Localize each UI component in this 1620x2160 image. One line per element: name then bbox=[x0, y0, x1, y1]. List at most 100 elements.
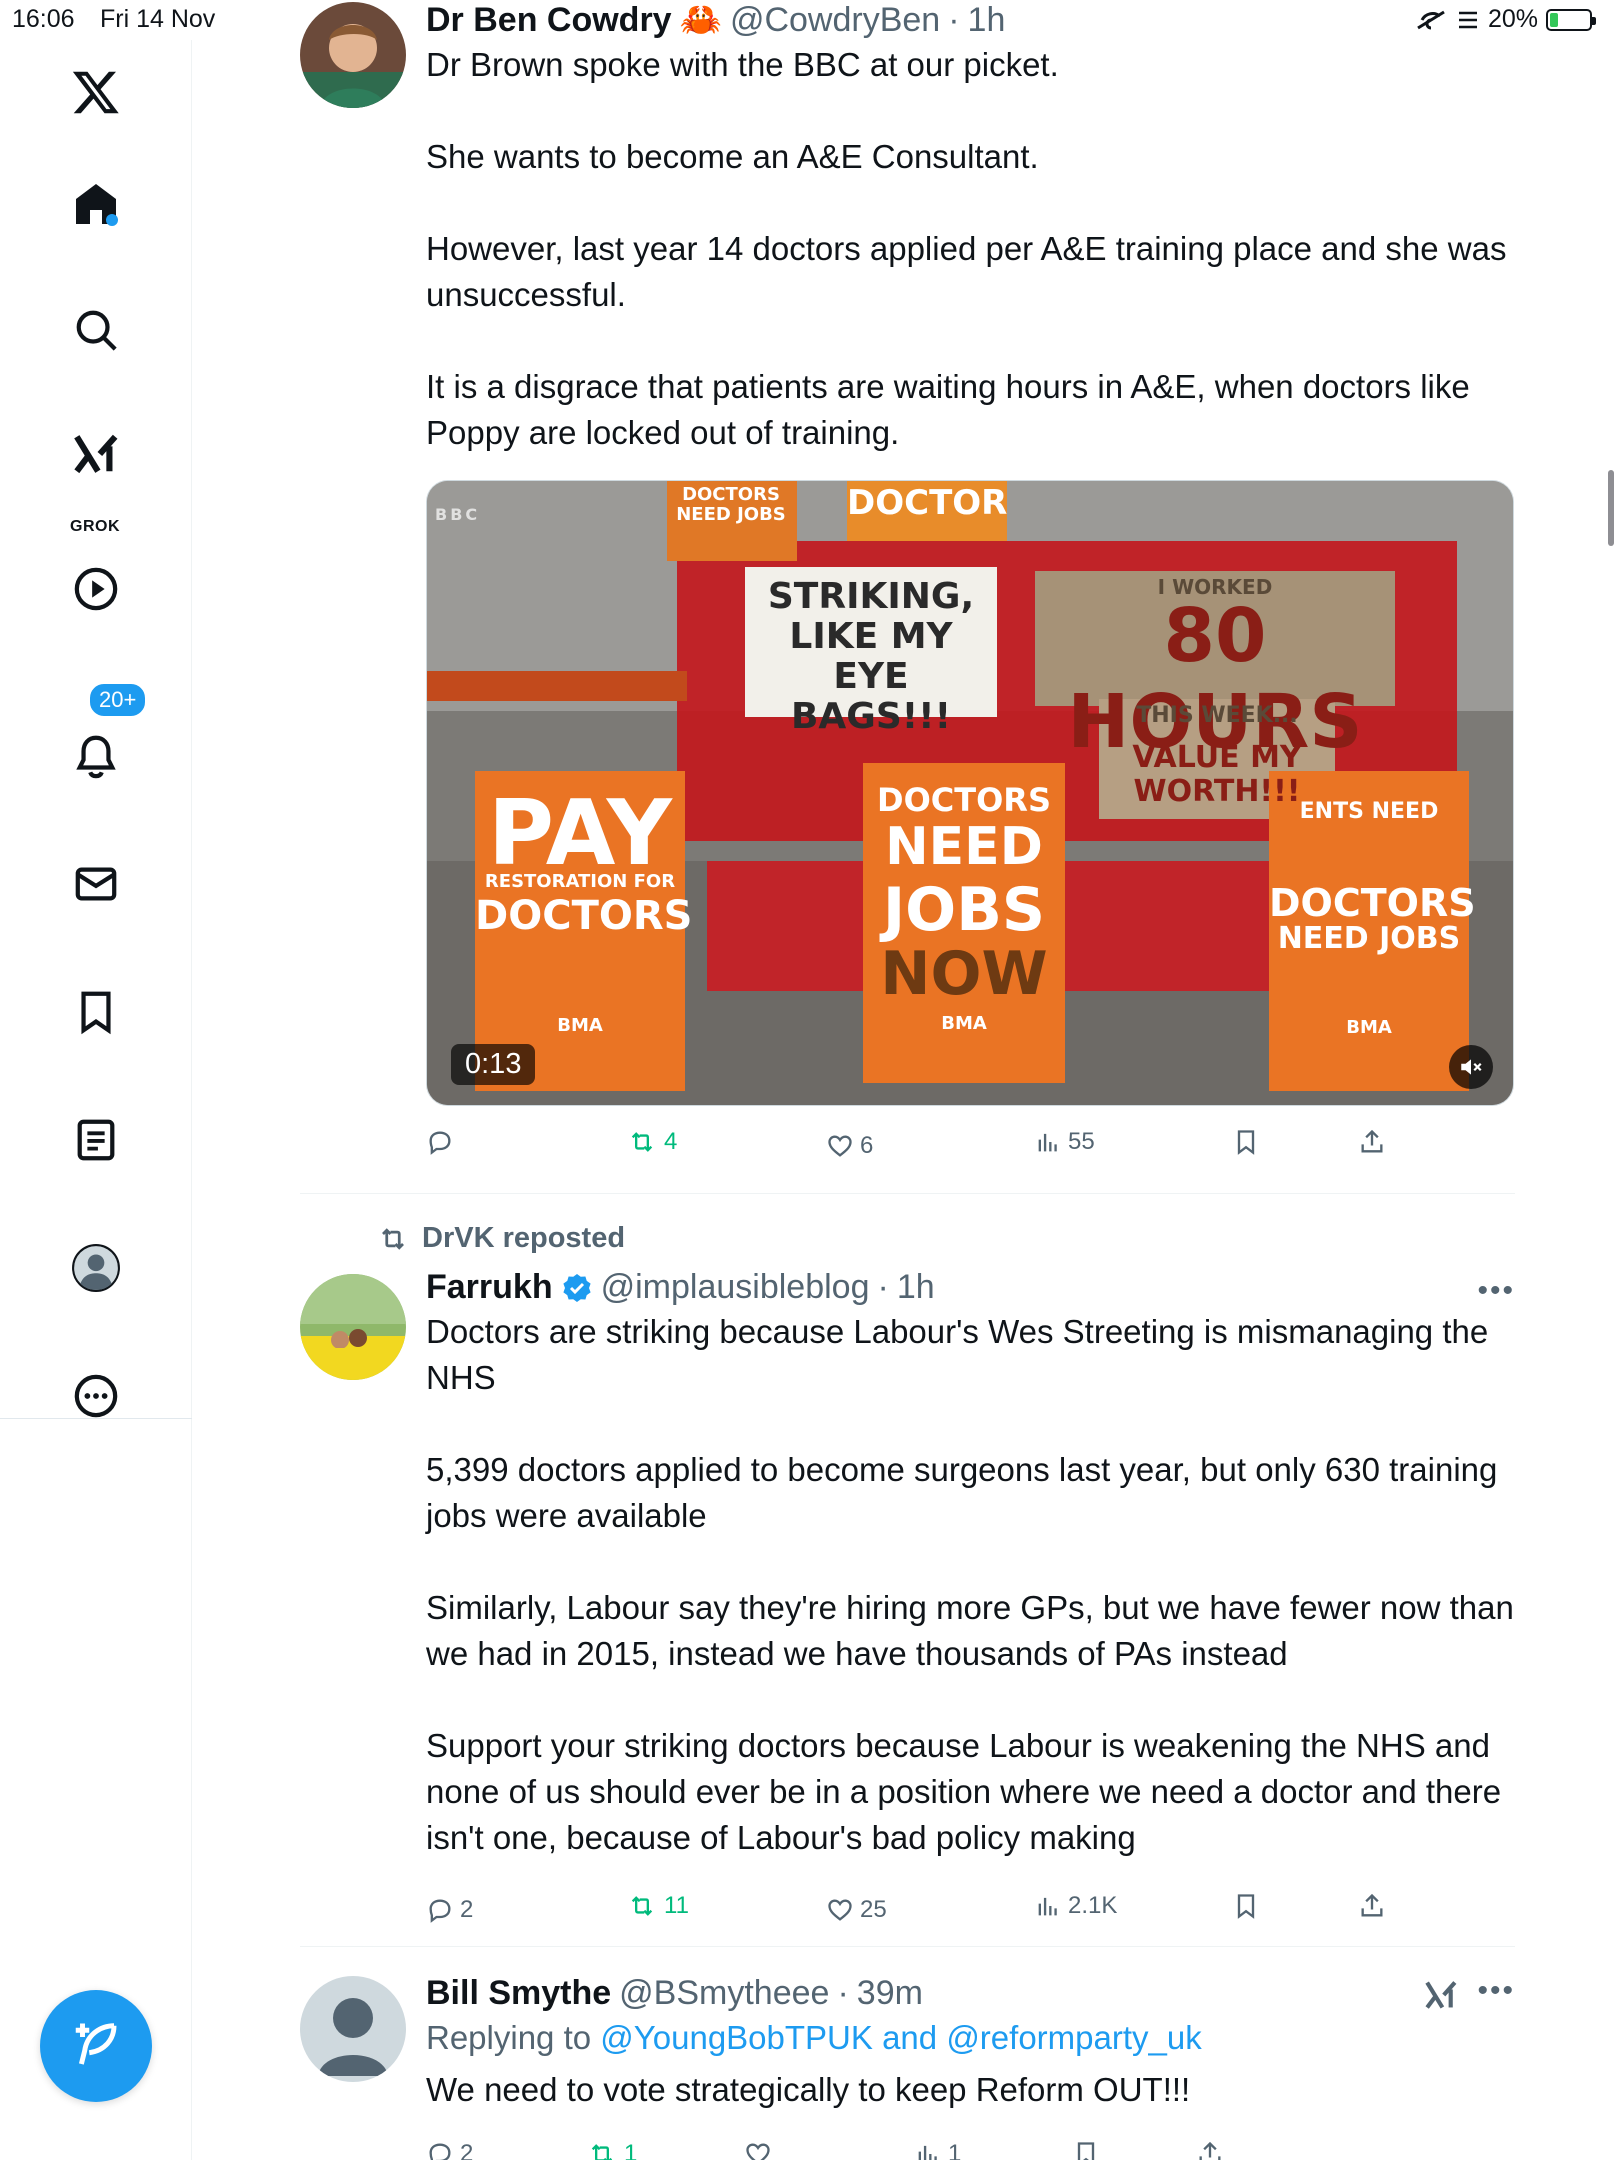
scrollbar[interactable] bbox=[1608, 470, 1614, 546]
battery-icon bbox=[1546, 8, 1596, 31]
sidebar-item-grok[interactable] bbox=[68, 426, 124, 482]
reply-count: 2 bbox=[460, 2140, 474, 2160]
muted-speaker-icon bbox=[1461, 1059, 1482, 1075]
sign-right-need-jobs: NEED JOBS bbox=[1277, 921, 1461, 956]
sign-bma-3: BMA bbox=[1346, 1017, 1392, 1038]
share-button[interactable] bbox=[1358, 1892, 1386, 1920]
video-watermark: BBC bbox=[435, 505, 481, 524]
views-button[interactable]: 55 bbox=[1034, 1128, 1095, 1156]
sidebar-item-profile[interactable] bbox=[68, 1240, 124, 1296]
retweet-icon bbox=[591, 2144, 613, 2160]
sidebar-item-notifications[interactable] bbox=[68, 728, 124, 784]
author-handle[interactable]: @CowdryBen bbox=[730, 1, 940, 40]
tweet-text: We need to vote strategically to keep Re… bbox=[426, 2071, 1191, 2108]
mute-button[interactable] bbox=[1449, 1045, 1493, 1089]
grok-explain-button[interactable] bbox=[1423, 1978, 1459, 2017]
more-options-icon[interactable]: ••• bbox=[1477, 1974, 1515, 2008]
share-button[interactable] bbox=[1358, 1128, 1386, 1156]
bookmark-button[interactable] bbox=[1072, 2140, 1100, 2160]
x-logo-icon[interactable] bbox=[68, 64, 124, 120]
bookmark-button[interactable] bbox=[1232, 1892, 1260, 1920]
reply-button[interactable]: 2 bbox=[426, 1896, 473, 1924]
author-handle[interactable]: @implausibleblog bbox=[601, 1268, 870, 1307]
sidebar-item-bookmarks[interactable] bbox=[68, 984, 124, 1040]
sign-jobs-now: NOW bbox=[880, 939, 1048, 1009]
retweet-button[interactable]: 4 bbox=[626, 1128, 677, 1156]
sign-top-left: DOCTORS NEED JOBS bbox=[676, 484, 786, 525]
views-icon bbox=[1038, 1897, 1057, 1916]
notifications-icon bbox=[76, 735, 116, 779]
retweet-icon bbox=[382, 1227, 404, 1250]
sign-striking: STRIKING, LIKE MY EYE BAGS!!! bbox=[767, 576, 975, 737]
like-button[interactable] bbox=[744, 2140, 778, 2160]
tweet-time[interactable]: 1h bbox=[897, 1268, 935, 1307]
author-handle[interactable]: @BSmytheee bbox=[619, 1974, 829, 2013]
views-icon bbox=[1038, 1133, 1057, 1152]
sidebar-item-messages[interactable] bbox=[68, 856, 124, 912]
reply-count: 2 bbox=[460, 1896, 474, 1923]
views-count: 1 bbox=[948, 2140, 962, 2160]
tweet-header: Bill Smythe @BSmytheee · 39m bbox=[426, 1974, 1516, 2013]
bookmarks-icon bbox=[81, 991, 111, 1035]
sign-right-top: ENTS NEED bbox=[1299, 799, 1439, 824]
grok-label: GROK bbox=[70, 518, 120, 535]
views-button[interactable]: 1 bbox=[914, 2140, 961, 2160]
sidebar: GROK 20+ bbox=[0, 40, 192, 2160]
replying-to: Replying to @YoungBobTPUK and @reformpar… bbox=[426, 2019, 1516, 2057]
reply-button[interactable] bbox=[426, 1128, 460, 1156]
retweet-icon bbox=[631, 1132, 653, 1152]
reply-button[interactable]: 2 bbox=[426, 2140, 473, 2160]
bookmark-button[interactable] bbox=[1232, 1128, 1260, 1156]
views-button[interactable]: 2.1K bbox=[1034, 1892, 1117, 1920]
video-icon bbox=[74, 567, 118, 611]
tweet-time[interactable]: 1h bbox=[968, 1, 1006, 40]
reply-mention-2[interactable]: @reformparty_uk bbox=[946, 2019, 1201, 2056]
separator-dot: · bbox=[948, 0, 960, 39]
views-count: 55 bbox=[1068, 1128, 1095, 1155]
home-unread-dot bbox=[106, 214, 118, 226]
sign-restoration: RESTORATION FOR bbox=[484, 871, 676, 892]
repost-indicator: DrVK reposted bbox=[376, 1222, 625, 1255]
retweet-count: 11 bbox=[664, 1892, 689, 1919]
tweet-video[interactable]: STRIKING, LIKE MY EYE BAGS!!! I WORKED 8… bbox=[426, 480, 1514, 1106]
retweet-button[interactable]: 11 bbox=[626, 1892, 689, 1920]
tweet-time[interactable]: 39m bbox=[857, 1974, 923, 2013]
tweet-header: Dr Ben Cowdry 🦀 @CowdryBen · 1h bbox=[426, 0, 1516, 40]
like-button[interactable]: 25 bbox=[826, 1896, 887, 1924]
sidebar-item-search[interactable] bbox=[68, 302, 124, 358]
views-icon bbox=[918, 2145, 937, 2160]
reply-mention-1[interactable]: @YoungBobTPUK bbox=[600, 2019, 873, 2056]
reply-icon bbox=[429, 2143, 451, 2160]
avatar[interactable] bbox=[300, 2, 406, 108]
replying-label: Replying to bbox=[426, 2019, 592, 2056]
repost-label[interactable]: DrVK reposted bbox=[422, 1222, 625, 1255]
tweet-actions: 2 1 1 bbox=[426, 2140, 1426, 2160]
views-count: 2.1K bbox=[1068, 1892, 1118, 1919]
share-button[interactable] bbox=[1196, 2140, 1224, 2160]
reply-and: and bbox=[882, 2019, 938, 2056]
sign-jobs-jobs: JOBS bbox=[882, 875, 1046, 945]
sidebar-divider bbox=[0, 1418, 192, 1419]
sidebar-item-lists[interactable] bbox=[68, 1112, 124, 1168]
profile-icon bbox=[72, 1244, 120, 1292]
status-date: Fri 14 Nov bbox=[100, 5, 216, 33]
more-circle-icon bbox=[74, 1374, 118, 1418]
retweet-button[interactable]: 1 bbox=[586, 2140, 637, 2160]
heart-icon bbox=[746, 2143, 770, 2160]
compose-button[interactable] bbox=[40, 1990, 152, 2102]
retweet-count: 4 bbox=[664, 1128, 678, 1155]
sign-this-week: THIS WEEK... bbox=[1136, 703, 1298, 728]
avatar[interactable] bbox=[300, 1976, 406, 2082]
like-button[interactable]: 6 bbox=[826, 1132, 873, 1160]
like-count: 25 bbox=[860, 1896, 887, 1923]
more-options-icon[interactable]: ••• bbox=[1477, 1274, 1515, 1308]
author-name[interactable]: Bill Smythe bbox=[426, 1974, 611, 2013]
author-name[interactable]: Dr Ben Cowdry bbox=[426, 1, 672, 40]
grok-icon bbox=[74, 434, 118, 474]
avatar[interactable] bbox=[300, 1274, 406, 1380]
sidebar-item-more[interactable] bbox=[68, 1368, 124, 1424]
author-name[interactable]: Farrukh bbox=[426, 1268, 553, 1307]
tweet-text: Dr Brown spoke with the BBC at our picke… bbox=[426, 46, 1507, 451]
sidebar-item-video[interactable] bbox=[68, 561, 124, 617]
reply-icon bbox=[429, 1131, 451, 1155]
